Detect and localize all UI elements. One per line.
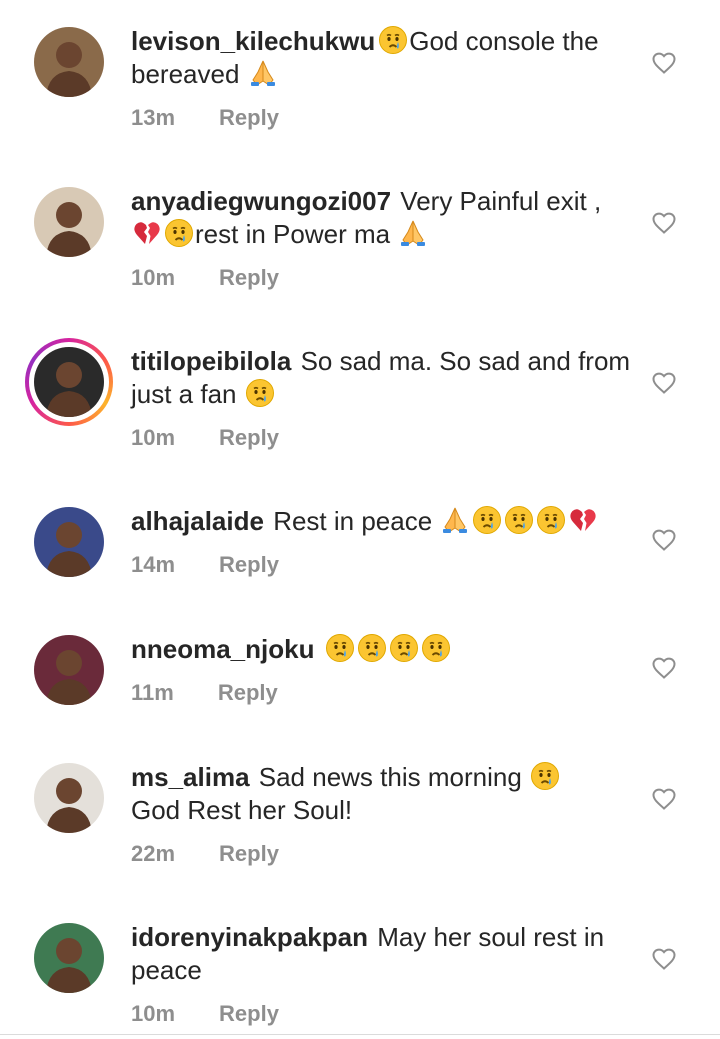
comment-text: anyadiegwungozi007 Very Painful exit , re… (131, 185, 641, 251)
comment-meta: 10m Reply (131, 1001, 279, 1027)
comment-body (316, 634, 323, 664)
reply-button[interactable]: Reply (219, 1001, 279, 1026)
like-heart-icon[interactable] (651, 528, 677, 552)
comment-text: alhajalaide Rest in peace (131, 505, 641, 538)
comment-body: rest in Power ma (195, 219, 398, 249)
comment-text: idorenyinakpakpan May her soul rest in p… (131, 921, 641, 987)
comment-username[interactable]: idorenyinakpakpan (131, 922, 368, 952)
comment-timestamp: 14m (131, 552, 176, 577)
comment-timestamp: 10m (131, 425, 176, 450)
broken-heart-icon (568, 505, 598, 535)
comment-text: levison_kilechukwu God console the bereav… (131, 25, 641, 91)
comment-meta: 11m Reply (131, 680, 278, 706)
avatar[interactable] (34, 923, 104, 993)
comment-username[interactable]: levison_kilechukwu (131, 26, 375, 56)
comment-timestamp: 10m (131, 265, 176, 290)
like-heart-icon[interactable] (651, 211, 677, 235)
comment-username[interactable]: alhajalaide (131, 506, 264, 536)
crying-face-icon (536, 505, 566, 535)
comment-text: titilopeibilola So sad ma. So sad and fr… (131, 345, 641, 411)
comment-timestamp: 11m (131, 680, 174, 705)
avatar[interactable] (34, 763, 104, 833)
comment-username[interactable]: nneoma_njoku (131, 634, 314, 664)
divider (0, 1034, 720, 1035)
comment-username[interactable]: titilopeibilola (131, 346, 291, 376)
reply-button[interactable]: Reply (219, 105, 279, 130)
crying-face-icon (530, 761, 560, 791)
avatar[interactable] (34, 187, 104, 257)
comment-text: ms_alima Sad news this morning God Rest … (131, 761, 641, 827)
comment-username[interactable]: anyadiegwungozi007 (131, 186, 391, 216)
comment-meta: 10m Reply (131, 425, 279, 451)
comment-meta: 14m Reply (131, 552, 279, 578)
avatar[interactable] (34, 347, 104, 417)
avatar[interactable] (34, 635, 104, 705)
avatar[interactable] (34, 507, 104, 577)
comment-body: Sad news this morning (251, 762, 529, 792)
crying-face-icon (472, 505, 502, 535)
like-heart-icon[interactable] (651, 787, 677, 811)
folded-hands-icon (398, 218, 428, 248)
crying-face-icon (504, 505, 534, 535)
like-heart-icon[interactable] (651, 371, 677, 395)
crying-face-icon (164, 218, 194, 248)
like-heart-icon[interactable] (651, 656, 677, 680)
folded-hands-icon (248, 58, 278, 88)
crying-face-icon (245, 378, 275, 408)
broken-heart-icon (132, 218, 162, 248)
comment-body: Rest in peace (265, 506, 440, 536)
comment-timestamp: 22m (131, 841, 176, 866)
comment-body: God Rest her Soul! (131, 795, 353, 825)
reply-button[interactable]: Reply (219, 425, 279, 450)
comment-username[interactable]: ms_alima (131, 762, 250, 792)
reply-button[interactable]: Reply (218, 680, 278, 705)
reply-button[interactable]: Reply (219, 552, 279, 577)
folded-hands-icon (440, 505, 470, 535)
comment-timestamp: 13m (131, 105, 176, 130)
crying-face-icon (357, 633, 387, 663)
story-ring[interactable] (25, 338, 113, 426)
crying-face-icon (378, 25, 408, 55)
comment-body: Very Painful exit , (393, 186, 602, 216)
like-heart-icon[interactable] (651, 947, 677, 971)
crying-face-icon (421, 633, 451, 663)
comment-meta: 10m Reply (131, 265, 279, 291)
comment-meta: 22m Reply (131, 841, 279, 867)
comment-text: nneoma_njoku (131, 633, 641, 666)
avatar[interactable] (34, 27, 104, 97)
crying-face-icon (389, 633, 419, 663)
comment-list: levison_kilechukwu God console the bereav… (0, 0, 720, 1039)
reply-button[interactable]: Reply (219, 841, 279, 866)
comment-meta: 13m Reply (131, 105, 279, 131)
reply-button[interactable]: Reply (219, 265, 279, 290)
like-heart-icon[interactable] (651, 51, 677, 75)
comment-timestamp: 10m (131, 1001, 176, 1026)
crying-face-icon (325, 633, 355, 663)
